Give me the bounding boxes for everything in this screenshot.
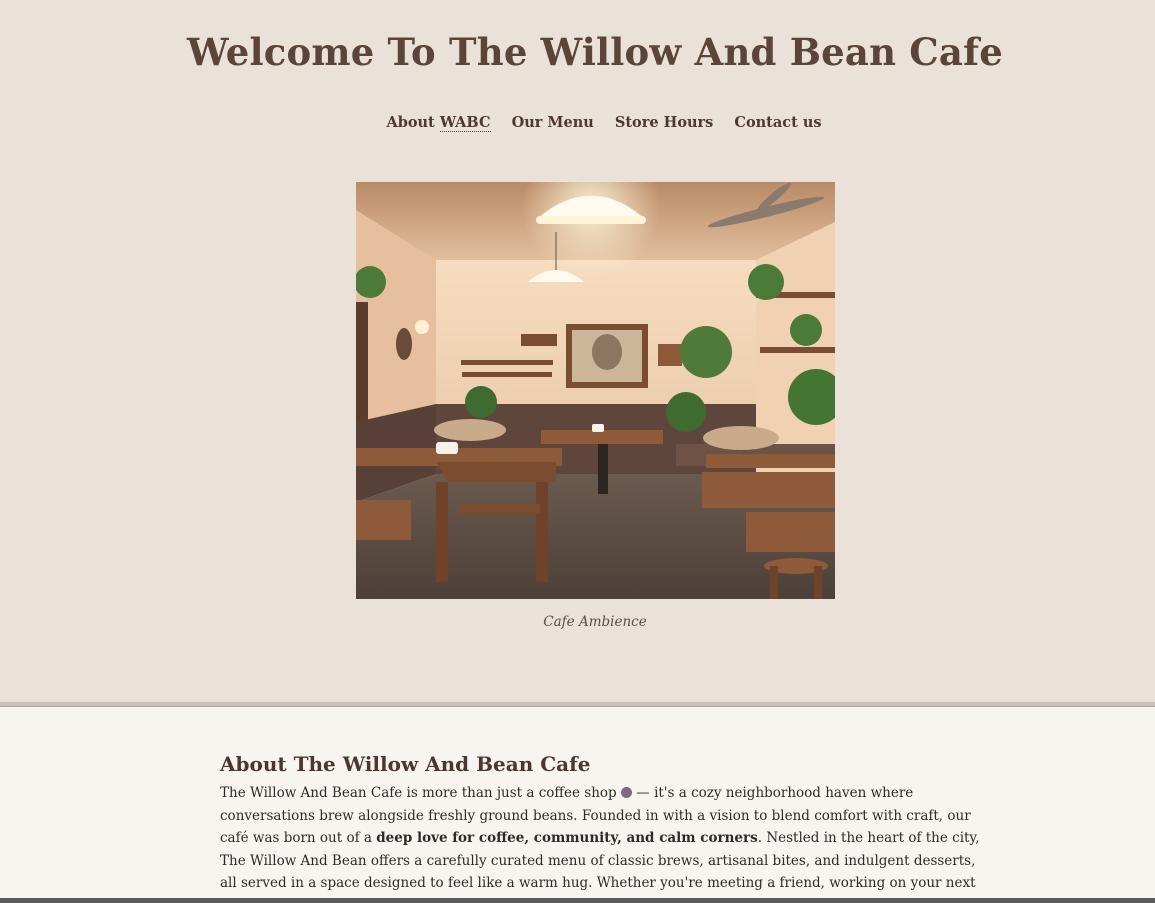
section-divider [0,702,1155,707]
image-caption: Cafe Ambience [543,614,647,630]
nav-link-about[interactable]: About WABC [386,114,491,132]
page-title: Welcome To The Willow And Bean Cafe [187,30,1003,74]
nav-link-contact[interactable]: Contact us [734,114,821,131]
nav-about-abbr: WABC [439,114,491,132]
nav-link-hours[interactable]: Store Hours [615,114,713,131]
coffee-emoji-icon [620,787,632,798]
about-paragraph: The Willow And Bean Cafe is more than ju… [220,782,980,903]
cafe-ambience-image [356,182,835,599]
about-text-emphasis: deep love for coffee, community, and cal… [376,830,758,847]
main-nav: About WABC Our Menu Store Hours Contact … [0,114,1155,132]
about-heading: About The Willow And Bean Cafe [220,752,591,776]
cafe-illustration [356,182,835,599]
nav-link-menu[interactable]: Our Menu [512,114,594,131]
nav-about-prefix: About [386,114,440,131]
horizontal-scrollbar[interactable] [0,898,1155,903]
about-text-part-1: The Willow And Bean Cafe is more than ju… [220,785,621,801]
